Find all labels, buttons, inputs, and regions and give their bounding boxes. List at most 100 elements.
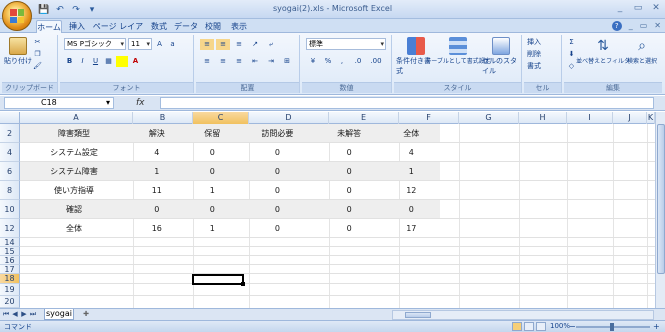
align-middle-icon[interactable]: ≡ (216, 38, 230, 50)
page-layout-view-icon[interactable] (524, 322, 534, 331)
increase-decimal-icon[interactable]: .0 (350, 56, 366, 67)
header-cell[interactable]: 全体 (383, 124, 440, 143)
row-header-8[interactable]: 8 (0, 181, 20, 200)
row-header-19[interactable]: 19 (0, 284, 20, 296)
fx-button[interactable]: fx (118, 97, 158, 109)
table-cell[interactable]: 1 (186, 219, 240, 238)
first-sheet-icon[interactable]: ⏮ (2, 310, 10, 319)
table-cell[interactable]: 16 (128, 219, 185, 238)
vertical-scroll-thumb[interactable] (657, 124, 665, 274)
zoom-out-icon[interactable]: − (569, 322, 576, 331)
align-bottom-icon[interactable]: ≡ (232, 39, 246, 50)
row-header-18[interactable]: 18 (0, 274, 20, 284)
zoom-slider[interactable] (576, 323, 650, 331)
close-button[interactable]: ✕ (651, 3, 661, 13)
table-cell[interactable]: 1 (128, 162, 185, 181)
format-as-table-button[interactable]: テーブルとして書式設定 (425, 37, 491, 65)
table-cell[interactable]: システム障害 (20, 162, 128, 181)
formula-input[interactable] (160, 97, 654, 109)
currency-icon[interactable]: ¥ (306, 56, 320, 67)
table-cell[interactable]: 0 (239, 143, 316, 162)
align-right-icon[interactable]: ≡ (232, 56, 246, 67)
grow-font-icon[interactable]: A (154, 39, 165, 50)
active-cell-selection[interactable] (192, 274, 245, 286)
column-header-c[interactable]: C (193, 112, 249, 124)
align-center-icon[interactable]: ≡ (216, 56, 230, 67)
minimize-button[interactable]: _ (615, 3, 625, 13)
header-cell[interactable]: 訪問必要 (239, 124, 316, 143)
underline-button[interactable]: U (90, 56, 101, 67)
normal-view-icon[interactable] (512, 322, 522, 331)
column-header-k[interactable]: K (647, 112, 655, 124)
table-cell[interactable]: 4 (128, 143, 185, 162)
office-button[interactable] (2, 1, 32, 31)
number-format-combo[interactable]: 標準 (306, 38, 386, 50)
header-cell[interactable]: 解決 (128, 124, 185, 143)
increase-indent-icon[interactable]: ⇥ (264, 56, 278, 67)
decrease-indent-icon[interactable]: ⇤ (248, 56, 262, 67)
table-cell[interactable]: 0 (186, 143, 240, 162)
table-cell[interactable]: 確認 (20, 200, 128, 219)
decrease-decimal-icon[interactable]: .00 (368, 56, 384, 67)
cell-grid[interactable]: 障害類型 解決 保留 訪問必要 未解答 全体 システム設定 4 0 0 0 4 … (20, 124, 655, 308)
table-cell[interactable]: 0 (316, 143, 383, 162)
horizontal-scroll-thumb[interactable] (405, 312, 431, 318)
border-icon[interactable]: ▦ (103, 56, 114, 67)
last-sheet-icon[interactable]: ⏭ (29, 310, 37, 319)
zoom-in-icon[interactable]: + (653, 322, 660, 331)
column-header-a[interactable]: A (20, 112, 133, 124)
table-cell[interactable]: 12 (383, 181, 440, 200)
cut-icon[interactable]: ✂ (32, 37, 43, 48)
name-box[interactable]: C18 (4, 97, 114, 109)
align-top-icon[interactable]: ≡ (200, 38, 214, 50)
paste-button[interactable]: 貼り付け (4, 37, 32, 66)
insert-cells-button[interactable]: 挿入 (526, 37, 542, 48)
copy-icon[interactable]: ❐ (32, 49, 43, 60)
select-all-corner[interactable] (0, 112, 20, 124)
tab-view[interactable]: 表示 (228, 20, 250, 33)
header-cell[interactable]: 未解答 (316, 124, 383, 143)
find-select-button[interactable]: ⌕ 検索と選択 (624, 37, 660, 65)
column-header-j[interactable]: J (613, 112, 647, 124)
maximize-button[interactable]: ▭ (633, 3, 643, 13)
percent-icon[interactable]: % (322, 56, 334, 67)
orientation-icon[interactable]: ↗ (248, 39, 262, 50)
table-cell[interactable]: 0 (316, 200, 383, 219)
next-sheet-icon[interactable]: ▶ (20, 310, 28, 319)
column-header-g[interactable]: G (459, 112, 519, 124)
table-cell[interactable]: 使い方指導 (20, 181, 128, 200)
column-header-b[interactable]: B (133, 112, 193, 124)
font-name-combo[interactable]: MS Pゴシック (64, 38, 126, 50)
ribbon-minimize-button[interactable]: _ (629, 21, 633, 31)
fill-color-icon[interactable] (116, 55, 128, 67)
tab-review[interactable]: 校閲 (202, 20, 224, 33)
table-cell[interactable]: システム設定 (20, 143, 128, 162)
insert-sheet-icon[interactable]: ✚ (78, 310, 94, 319)
prev-sheet-icon[interactable]: ◀ (11, 310, 19, 319)
row-header-17[interactable]: 17 (0, 265, 20, 274)
bold-button[interactable]: B (64, 56, 75, 67)
table-cell[interactable]: 0 (383, 200, 440, 219)
table-cell[interactable]: 0 (316, 219, 383, 238)
column-header-e[interactable]: E (329, 112, 399, 124)
merge-center-icon[interactable]: ⊞ (280, 56, 294, 67)
format-cells-button[interactable]: 書式 (526, 61, 542, 72)
row-header-20[interactable]: 20 (0, 296, 20, 308)
table-cell[interactable]: 全体 (20, 219, 128, 238)
ribbon-restore-button[interactable]: ▭ (640, 21, 648, 31)
tab-page-layout[interactable]: ページ レイアウト (92, 20, 144, 44)
row-header-4[interactable]: 4 (0, 143, 20, 162)
table-cell[interactable]: 0 (239, 162, 316, 181)
tab-data[interactable]: データ (174, 20, 198, 33)
cell-styles-button[interactable]: セルのスタイル (482, 37, 520, 76)
zoom-slider-knob[interactable] (610, 323, 614, 331)
sheet-tab-syogai[interactable]: syogai (44, 309, 74, 320)
row-header-6[interactable]: 6 (0, 162, 20, 181)
table-cell[interactable]: 0 (316, 162, 383, 181)
shrink-font-icon[interactable]: a (167, 39, 178, 50)
table-cell[interactable]: 17 (383, 219, 440, 238)
table-cell[interactable]: 0 (239, 181, 316, 200)
header-cell[interactable]: 障害類型 (20, 124, 128, 143)
table-cell[interactable]: 0 (239, 219, 316, 238)
tab-insert[interactable]: 挿入 (66, 20, 88, 33)
